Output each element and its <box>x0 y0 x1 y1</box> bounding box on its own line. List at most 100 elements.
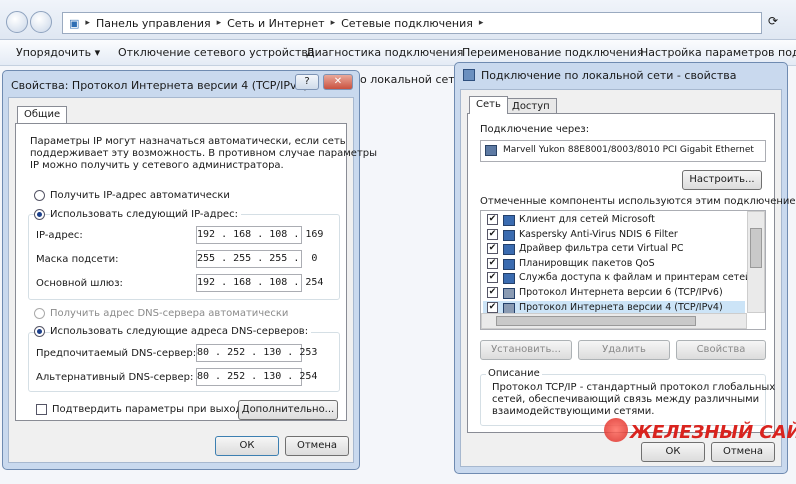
alternate-dns-field[interactable]: 80 . 252 . 130 . 254 <box>196 368 317 386</box>
preferred-dns-label: Предпочитаемый DNS-сервер: <box>36 348 197 359</box>
breadcrumb-chevron-icon: ▸ <box>216 18 222 28</box>
help-button[interactable]: ? <box>295 74 319 90</box>
subnet-mask-label: Маска подсети: <box>36 254 119 265</box>
manual-ip-label: Использовать следующий IP-адрес: <box>50 209 241 220</box>
organize-menu[interactable]: Упорядочить ▾ <box>16 46 100 59</box>
client-icon <box>503 215 515 226</box>
advanced-button[interactable]: Дополнительно... <box>238 400 338 420</box>
service-icon <box>503 244 515 256</box>
disable-device-command[interactable]: Отключение сетевого устройства <box>118 46 315 59</box>
intro-line: Параметры IP могут назначаться автоматич… <box>30 136 346 147</box>
protocol-icon <box>503 288 515 299</box>
component-row[interactable]: ✔ Kaspersky Anti-Virus NDIS 6 Filter <box>483 228 745 242</box>
service-icon <box>503 229 515 241</box>
lan-client-area: Сеть Доступ Подключение через: Marvell Y… <box>460 89 796 467</box>
horizontal-scrollbar[interactable] <box>481 313 747 329</box>
breadcrumb-item[interactable]: Сетевые подключения <box>341 17 473 30</box>
adapter-box: Marvell Yukon 88E8001/8003/8010 PCI Giga… <box>480 140 766 162</box>
component-row[interactable]: ✔ Планировщик пакетов QoS <box>483 257 745 271</box>
component-checkbox[interactable]: ✔ <box>487 301 498 313</box>
manual-ip-radio[interactable] <box>34 209 45 220</box>
breadcrumb-item[interactable]: Панель управления <box>96 17 211 30</box>
watermark-logo-icon <box>604 418 628 442</box>
ip-address-field[interactable]: 192 . 168 . 108 . 169 <box>196 226 323 244</box>
component-label: Клиент для сетей Microsoft <box>519 214 655 225</box>
tab-access[interactable]: Доступ <box>505 98 557 114</box>
connection-name-text: о локальной сети <box>360 73 462 86</box>
component-row[interactable]: ✔ Служба доступа к файлам и принтерам сет… <box>483 271 765 285</box>
tab-general[interactable]: Общие <box>17 106 68 124</box>
refresh-icon[interactable]: ⟳ <box>768 14 778 28</box>
component-checkbox[interactable]: ✔ <box>487 287 498 298</box>
component-label: Драйвер фильтра сети Virtual PC <box>519 243 684 255</box>
protocol-icon <box>503 302 515 314</box>
component-label: Планировщик пакетов QoS <box>519 257 655 269</box>
network-card-icon <box>485 145 497 156</box>
scroll-thumb[interactable] <box>750 228 762 268</box>
validate-checkbox[interactable] <box>36 404 47 415</box>
address-box[interactable]: ▣ ▸ Панель управления ▸ Сеть и Интернет … <box>62 12 762 34</box>
cancel-button[interactable]: Отмена <box>285 436 349 456</box>
window-title: Подключение по локальной сети - свойства <box>481 69 737 82</box>
watermark-text: ЖЕЛЕЗНЫЙ САЙТ <box>630 422 796 443</box>
remove-button[interactable]: Удалить <box>578 340 670 360</box>
configure-button[interactable]: Настроить... <box>682 170 762 190</box>
back-button[interactable] <box>6 11 28 33</box>
description-label: Описание <box>486 368 542 379</box>
manual-dns-label: Использовать следующие адреса DNS-сервер… <box>50 326 312 337</box>
window-title: Свойства: Протокол Интернета версии 4 (T… <box>11 79 308 92</box>
tab-network[interactable]: Сеть <box>469 96 508 114</box>
general-panel: Параметры IP могут назначаться автоматич… <box>15 123 377 421</box>
auto-dns-radio[interactable] <box>34 308 45 319</box>
vertical-scrollbar[interactable] <box>747 211 765 313</box>
alternate-dns-label: Альтернативный DNS-сервер: <box>36 372 194 383</box>
diagnose-command[interactable]: Диагностика подключения <box>306 46 463 59</box>
description-line: взаимодействующими сетями. <box>492 406 655 417</box>
component-label: Служба доступа к файлам и принтерам сете… <box>519 272 766 284</box>
breadcrumb-chevron-icon: ▸ <box>478 18 484 28</box>
ok-button[interactable]: ОК <box>215 436 279 456</box>
service-icon <box>503 273 515 285</box>
breadcrumb-item[interactable]: Сеть и Интернет <box>227 17 324 30</box>
ip-address-label: IP-адрес: <box>36 230 83 241</box>
close-button[interactable]: ✕ <box>323 74 353 90</box>
validate-label: Подтвердить параметры при выходе <box>52 404 249 415</box>
component-checkbox[interactable]: ✔ <box>487 272 498 284</box>
subnet-mask-field[interactable]: 255 . 255 . 255 . 0 <box>196 250 317 268</box>
cancel-button[interactable]: Отмена <box>711 442 775 462</box>
network-adapter-icon <box>463 69 475 81</box>
service-icon <box>503 258 515 270</box>
component-row[interactable]: ✔ Клиент для сетей Microsoft <box>483 213 745 227</box>
intro-line: поддерживает эту возможность. В противно… <box>30 148 378 159</box>
component-row[interactable]: ✔ Протокол Интернета версии 6 (TCP/IPv6) <box>483 286 745 300</box>
component-checkbox[interactable]: ✔ <box>487 214 498 225</box>
component-checkbox[interactable]: ✔ <box>487 257 498 269</box>
components-label: Отмеченные компоненты используются этим … <box>480 196 796 207</box>
properties-button[interactable]: Свойства <box>676 340 766 360</box>
component-label: Протокол Интернета версии 4 (TCP/IPv4) <box>519 301 723 313</box>
manual-dns-radio[interactable] <box>34 326 45 337</box>
scroll-thumb[interactable] <box>496 316 696 326</box>
component-label: Kaspersky Anti-Virus NDIS 6 Filter <box>519 228 678 240</box>
ok-button[interactable]: ОК <box>641 442 705 462</box>
network-panel: Подключение через: Marvell Yukon 88E8001… <box>467 113 796 433</box>
components-list: ✔ Клиент для сетей Microsoft ✔ Kaspersky An… <box>480 210 766 330</box>
install-button[interactable]: Установить... <box>480 340 572 360</box>
forward-button[interactable] <box>30 11 52 33</box>
component-checkbox[interactable]: ✔ <box>487 228 498 240</box>
settings-command[interactable]: Настройка параметров подклю <box>640 46 796 59</box>
gateway-field[interactable]: 192 . 168 . 108 . 254 <box>196 274 323 292</box>
address-bar-area: ▣ ▸ Панель управления ▸ Сеть и Интернет … <box>0 0 796 40</box>
component-row[interactable]: ✔ Драйвер фильтра сети Virtual PC <box>483 242 745 256</box>
connect-via-label: Подключение через: <box>480 124 590 135</box>
auto-dns-label: Получить адрес DNS-сервера автоматически <box>50 308 289 319</box>
component-checkbox[interactable]: ✔ <box>487 243 498 255</box>
intro-line: IP можно получить у сетевого администрат… <box>30 160 284 171</box>
description-line: Протокол TCP/IP - стандартный протокол г… <box>492 382 776 393</box>
preferred-dns-field[interactable]: 80 . 252 . 130 . 253 <box>196 344 317 362</box>
lan-properties-window: Подключение по локальной сети - свойства… <box>454 62 796 474</box>
description-line: сетей, обеспечивающий связь между различ… <box>492 394 760 405</box>
auto-ip-label: Получить IP-адрес автоматически <box>50 190 230 201</box>
rename-command[interactable]: Переименование подключения <box>462 46 643 59</box>
auto-ip-radio[interactable] <box>34 190 45 201</box>
